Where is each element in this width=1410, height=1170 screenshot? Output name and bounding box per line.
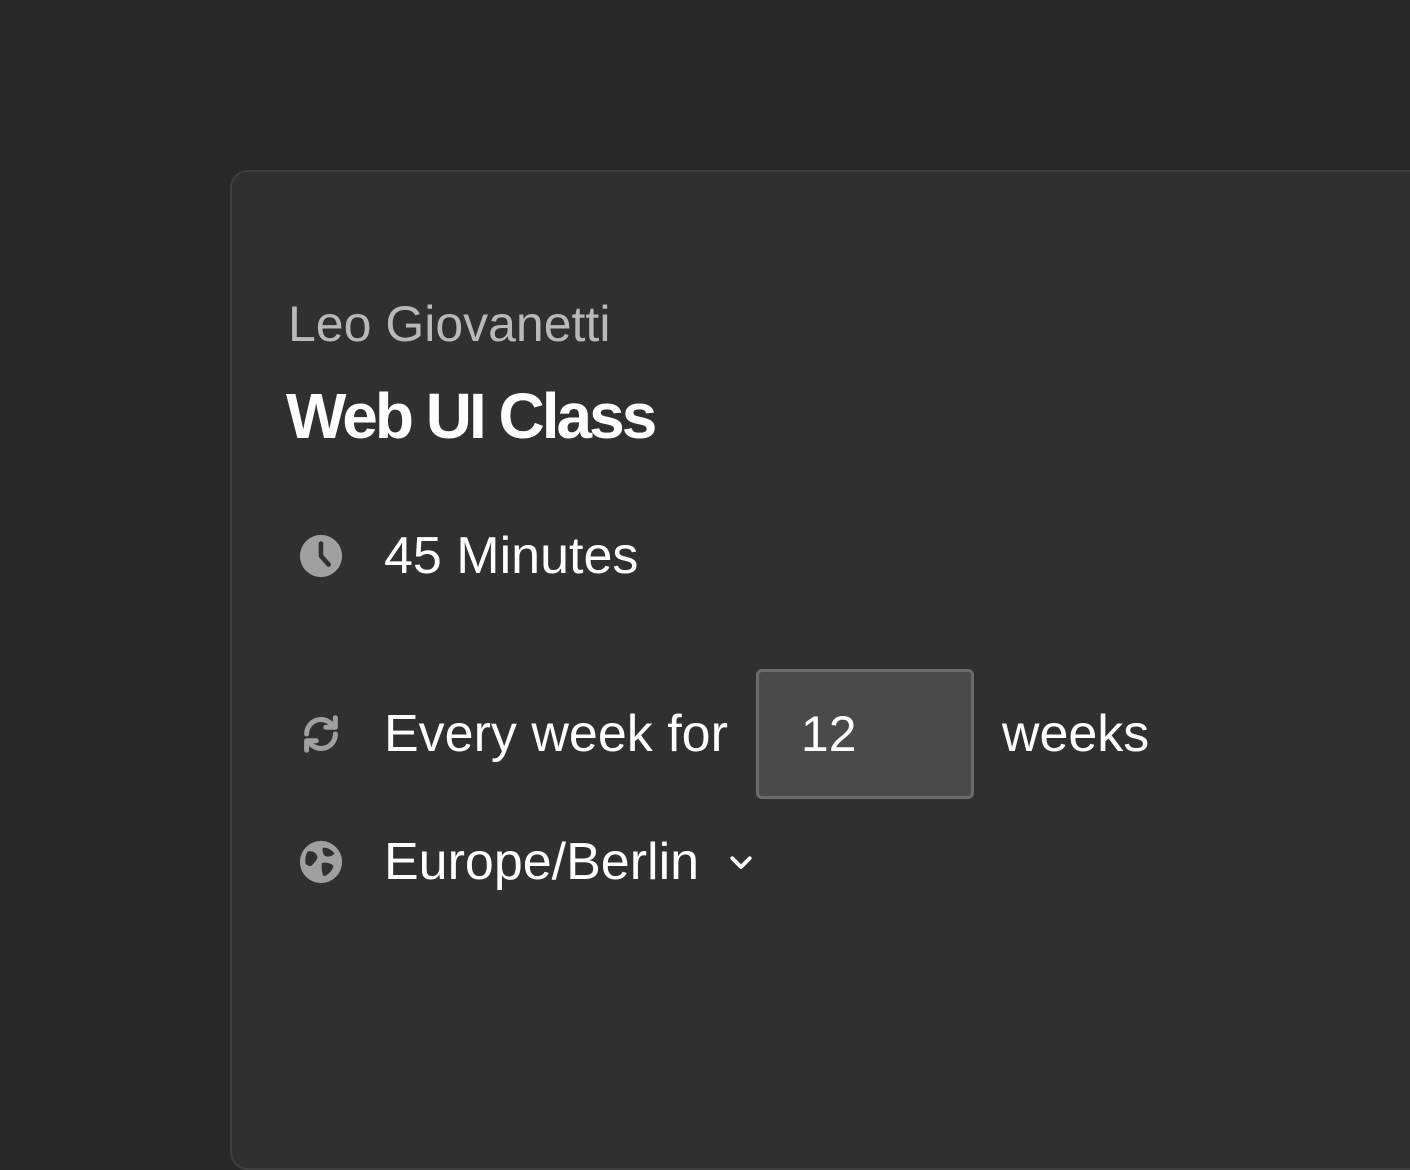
duration-text: 45 Minutes bbox=[384, 527, 639, 585]
globe-icon bbox=[298, 839, 344, 885]
event-card: Leo Giovanetti Web UI Class 45 Minutes E… bbox=[230, 170, 1410, 1170]
timezone-row: Europe/Berlin bbox=[298, 832, 759, 892]
timezone-selected-text: Europe/Berlin bbox=[384, 833, 700, 891]
clock-icon bbox=[298, 533, 344, 579]
duration-row: 45 Minutes bbox=[298, 526, 638, 586]
recurrence-prefix-text: Every week for bbox=[384, 705, 728, 763]
refresh-icon bbox=[298, 711, 344, 757]
event-owner-name: Leo Giovanetti bbox=[288, 296, 611, 352]
recurrence-row: Every week for weeks bbox=[298, 669, 1149, 799]
event-title: Web UI Class bbox=[286, 380, 657, 452]
recurrence-count-input[interactable] bbox=[755, 669, 974, 799]
chevron-down-icon bbox=[723, 844, 759, 880]
timezone-select[interactable]: Europe/Berlin bbox=[344, 832, 759, 892]
recurrence-unit-text: weeks bbox=[1001, 705, 1150, 763]
